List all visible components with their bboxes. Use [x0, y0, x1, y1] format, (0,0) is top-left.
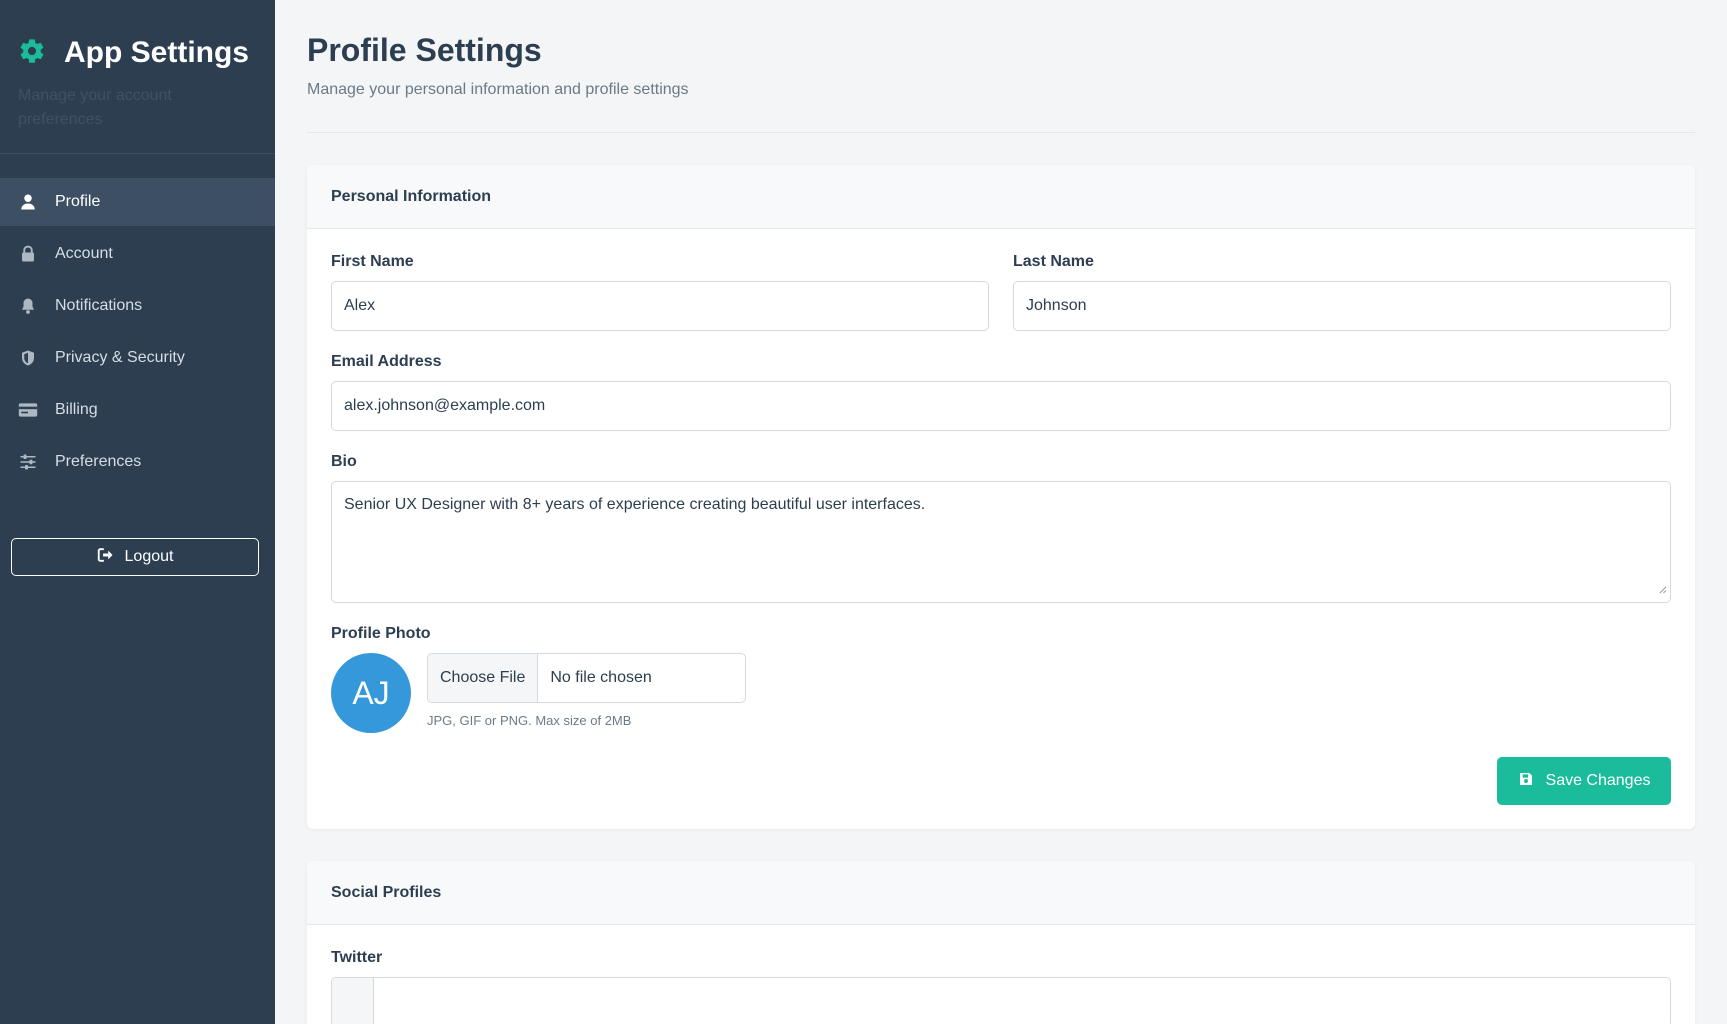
twitter-label: Twitter [331, 949, 383, 966]
sidebar-item-label: Profile [55, 193, 101, 210]
app-root: App Settings Manage your account prefere… [0, 0, 1727, 1024]
twitter-addon [332, 978, 374, 1024]
social-profiles-heading: Social Profiles [307, 861, 1695, 925]
bio-textarea[interactable]: Senior UX Designer with 8+ years of expe… [331, 481, 1671, 603]
user-icon [18, 192, 38, 212]
sidebar-brand: App Settings Manage your account prefere… [0, 0, 275, 154]
page-subtitle: Manage your personal information and pro… [307, 81, 689, 98]
sidebar-item-account[interactable]: Account [0, 230, 275, 278]
main-content: Profile Settings Manage your personal in… [275, 0, 1727, 1024]
sidebar-item-label: Preferences [55, 453, 142, 470]
photo-hint: JPG, GIF or PNG. Max size of 2MB [427, 713, 632, 728]
save-changes-label: Save Changes [1545, 772, 1651, 789]
sidebar-item-billing[interactable]: Billing [0, 386, 275, 434]
bio-label: Bio [331, 453, 357, 470]
sidebar-item-label: Privacy & Security [55, 349, 185, 366]
last-name-label: Last Name [1013, 253, 1094, 270]
sidebar-item-label: Billing [55, 401, 98, 418]
first-name-label: First Name [331, 253, 414, 270]
profile-photo-label: Profile Photo [331, 625, 431, 642]
logout-button[interactable]: Logout [11, 538, 259, 576]
sidebar: App Settings Manage your account prefere… [0, 0, 275, 1024]
save-changes-button[interactable]: Save Changes [1497, 757, 1671, 805]
sidebar-item-label: Notifications [55, 297, 143, 314]
personal-info-card: Personal Information First Name Alex Las… [307, 165, 1695, 829]
resize-grip-icon[interactable] [1658, 581, 1667, 599]
shield-icon [18, 348, 38, 368]
email-field[interactable]: alex.johnson@example.com [331, 381, 1671, 431]
gear-icon [18, 37, 46, 70]
choose-file-button[interactable]: Choose File [428, 654, 539, 702]
twitter-input-group [331, 977, 1671, 1024]
brand-title: App Settings [64, 36, 249, 69]
file-input[interactable]: Choose File No file chosen [427, 653, 746, 703]
save-icon [1518, 771, 1534, 792]
credit-card-icon [18, 400, 38, 420]
page-header: Profile Settings Manage your personal in… [307, 0, 1695, 133]
twitter-input[interactable] [374, 978, 1670, 1024]
file-status: No file chosen [550, 669, 652, 686]
sidebar-item-preferences[interactable]: Preferences [0, 438, 275, 486]
sliders-icon [18, 452, 38, 472]
sidebar-nav: Profile Account Notifications Privacy & … [0, 178, 275, 486]
brand-subtitle: Manage your account preferences [18, 87, 172, 128]
page-title: Profile Settings [307, 32, 542, 68]
sidebar-item-label: Account [55, 245, 113, 262]
bell-icon [18, 296, 38, 316]
sidebar-item-profile[interactable]: Profile [0, 178, 275, 226]
email-label: Email Address [331, 353, 442, 370]
first-name-input[interactable]: Alex [331, 281, 989, 331]
social-profiles-card: Social Profiles Twitter [307, 861, 1695, 1024]
personal-info-heading: Personal Information [307, 165, 1695, 229]
sidebar-item-privacy-security[interactable]: Privacy & Security [0, 334, 275, 382]
bio-text: Senior UX Designer with 8+ years of expe… [344, 496, 926, 513]
avatar: AJ [331, 653, 411, 733]
logout-label: Logout [124, 548, 174, 565]
sidebar-item-notifications[interactable]: Notifications [0, 282, 275, 330]
last-name-input[interactable]: Johnson [1013, 281, 1671, 331]
lock-icon [18, 244, 38, 264]
sign-out-icon [97, 547, 115, 568]
